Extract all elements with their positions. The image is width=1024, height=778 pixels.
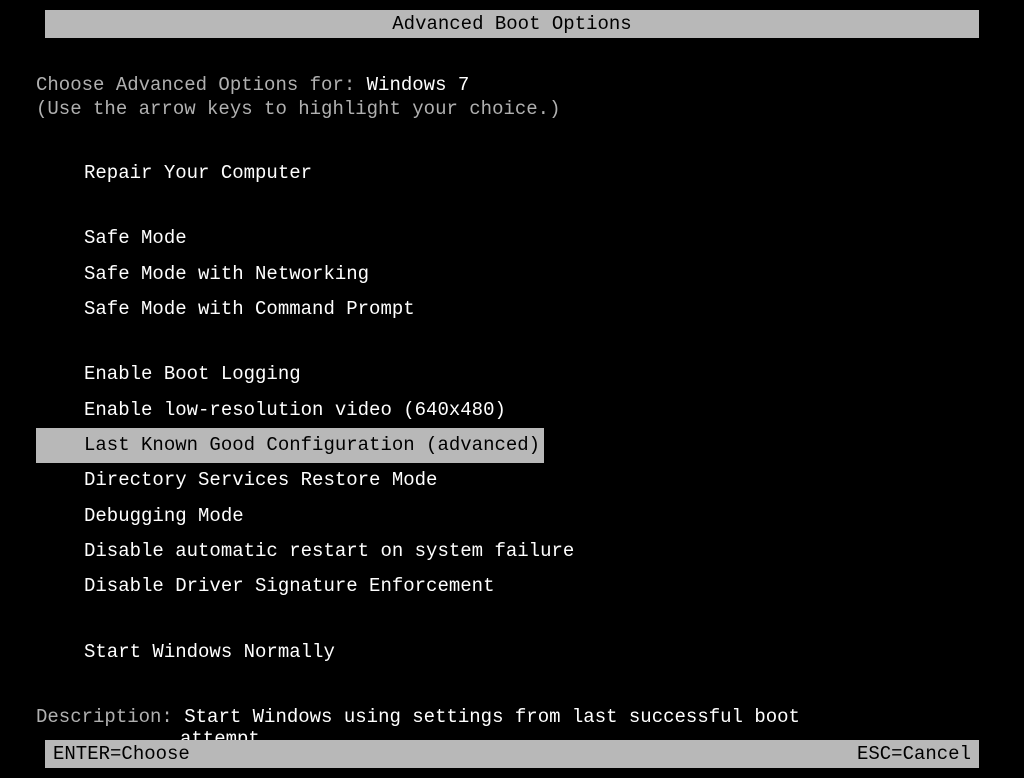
os-name: Windows 7 — [367, 74, 470, 96]
option-safe-mode-command-prompt[interactable]: Safe Mode with Command Prompt — [84, 292, 988, 327]
option-group-safe-mode: Safe Mode Safe Mode with Networking Safe… — [84, 221, 988, 327]
main-content: Choose Advanced Options for: Windows 7 (… — [0, 38, 1024, 750]
description-line-1: Description: Start Windows using setting… — [36, 706, 988, 728]
option-disable-auto-restart[interactable]: Disable automatic restart on system fail… — [84, 534, 988, 569]
option-safe-mode-networking[interactable]: Safe Mode with Networking — [84, 257, 988, 292]
enter-hint: ENTER=Choose — [53, 743, 190, 765]
option-debugging-mode[interactable]: Debugging Mode — [84, 499, 988, 534]
option-low-resolution-video[interactable]: Enable low-resolution video (640x480) — [84, 393, 988, 428]
prompt-label: Choose Advanced Options for: — [36, 74, 367, 96]
option-last-known-good-config[interactable]: Last Known Good Configuration (advanced) — [84, 428, 544, 463]
footer-bar: ENTER=Choose ESC=Cancel — [45, 740, 979, 768]
option-start-windows-normally[interactable]: Start Windows Normally — [84, 635, 988, 670]
option-group-repair: Repair Your Computer — [84, 156, 988, 191]
option-directory-services-restore[interactable]: Directory Services Restore Mode — [84, 463, 988, 498]
arrow-keys-instruction: (Use the arrow keys to highlight your ch… — [36, 98, 988, 120]
option-group-advanced: Enable Boot Logging Enable low-resolutio… — [84, 357, 988, 604]
option-repair-your-computer[interactable]: Repair Your Computer — [84, 156, 988, 191]
esc-hint: ESC=Cancel — [857, 743, 971, 765]
choose-prompt: Choose Advanced Options for: Windows 7 — [36, 74, 988, 96]
description-text-1: Start Windows using settings from last s… — [184, 706, 800, 728]
boot-options-list[interactable]: Repair Your Computer Safe Mode Safe Mode… — [84, 156, 988, 670]
option-safe-mode[interactable]: Safe Mode — [84, 221, 988, 256]
option-enable-boot-logging[interactable]: Enable Boot Logging — [84, 357, 988, 392]
screen-title: Advanced Boot Options — [392, 13, 631, 35]
option-group-normal: Start Windows Normally — [84, 635, 988, 670]
option-disable-driver-signature[interactable]: Disable Driver Signature Enforcement — [84, 569, 988, 604]
title-bar: Advanced Boot Options — [45, 10, 979, 38]
description-label: Description: — [36, 706, 184, 728]
